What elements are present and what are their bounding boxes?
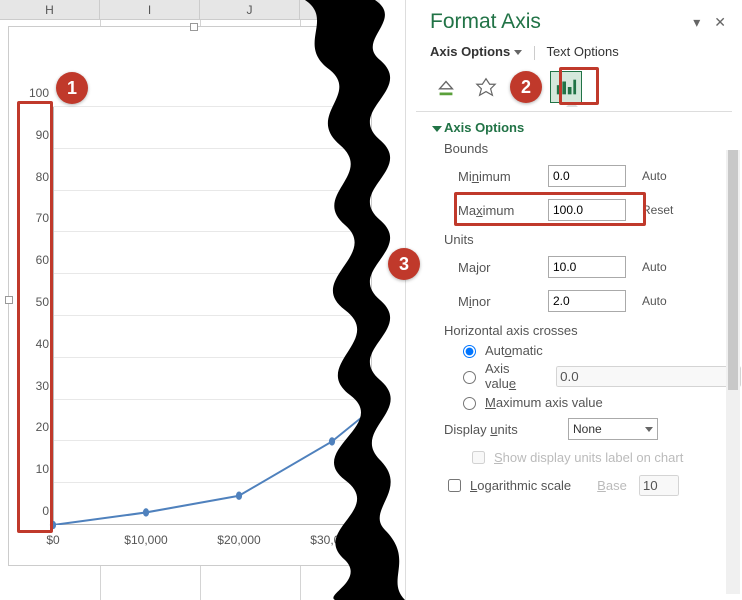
x-tick: $20,000 xyxy=(217,533,260,547)
y-tick: 0 xyxy=(19,504,49,518)
display-units-row: Display units None xyxy=(444,413,724,445)
col-header[interactable]: I xyxy=(100,0,200,19)
y-tick: 50 xyxy=(19,295,49,309)
y-tick: 30 xyxy=(19,379,49,393)
chevron-down-icon xyxy=(514,50,522,55)
y-tick: 90 xyxy=(19,128,49,142)
y-tick: 100 xyxy=(19,86,49,100)
min-auto[interactable]: Auto xyxy=(642,169,667,183)
torn-divider xyxy=(265,0,405,600)
panel-scrollbar[interactable] xyxy=(726,150,740,594)
major-input[interactable] xyxy=(548,256,626,278)
tab-axis-options[interactable]: Axis Options xyxy=(430,44,522,61)
panel-options-icon[interactable]: ▾ xyxy=(693,14,700,31)
show-units-checkbox xyxy=(472,451,485,464)
min-label: Minimum xyxy=(458,169,548,184)
crosses-value-input xyxy=(556,366,741,387)
callout-3: 3 xyxy=(388,248,420,280)
close-icon[interactable]: ✕ xyxy=(714,14,726,31)
y-tick: 10 xyxy=(19,462,49,476)
max-label: Maximum xyxy=(458,203,548,218)
log-base-input xyxy=(639,475,679,496)
format-axis-panel: Format Axis ▾ ✕ Axis Options Text Option… xyxy=(405,0,742,600)
units-minor-row: Minor Auto xyxy=(458,285,724,317)
y-tick: 20 xyxy=(19,420,49,434)
max-input[interactable] xyxy=(548,199,626,221)
y-tick: 70 xyxy=(19,211,49,225)
units-heading: Units xyxy=(444,232,724,247)
fill-line-icon[interactable] xyxy=(430,71,462,103)
tab-text-options[interactable]: Text Options xyxy=(546,44,618,61)
col-header[interactable]: H xyxy=(0,0,100,19)
minor-label: Minor xyxy=(458,294,548,309)
min-input[interactable] xyxy=(548,165,626,187)
scrollbar-thumb[interactable] xyxy=(728,150,738,390)
bounds-min-row: Minimum Auto xyxy=(458,160,724,192)
major-auto[interactable]: Auto xyxy=(642,260,667,274)
callout-2: 2 xyxy=(510,71,542,103)
y-tick: 40 xyxy=(19,337,49,351)
crosses-value[interactable]: Axis value xyxy=(458,361,724,391)
y-tick: 60 xyxy=(19,253,49,267)
display-units-label: Display units xyxy=(444,422,564,437)
callout-1: 1 xyxy=(56,72,88,104)
panel-title: Format Axis xyxy=(430,10,679,34)
minor-input[interactable] xyxy=(548,290,626,312)
bounds-max-row: Maximum Reset xyxy=(458,194,724,226)
max-reset[interactable]: Reset xyxy=(642,203,673,217)
radio-value[interactable] xyxy=(463,371,476,384)
y-tick: 80 xyxy=(19,170,49,184)
bounds-heading: Bounds xyxy=(444,141,724,156)
display-units-select[interactable]: None xyxy=(568,418,658,440)
radio-auto[interactable] xyxy=(463,345,476,358)
crosses-heading: Horizontal axis crosses xyxy=(444,323,724,338)
crosses-auto[interactable]: Automatic xyxy=(458,342,724,358)
category-icons: 2 xyxy=(406,61,742,107)
section-axis-options[interactable]: Axis Options xyxy=(434,120,724,135)
effects-icon[interactable] xyxy=(470,71,502,103)
x-tick: $10,000 xyxy=(124,533,167,547)
units-major-row: Major Auto xyxy=(458,251,724,283)
log-scale-row[interactable]: Logarithmic scale Base xyxy=(444,475,724,496)
show-units-label-row: Show display units label on chart xyxy=(468,448,724,467)
minor-auto[interactable]: Auto xyxy=(642,294,667,308)
x-tick: $0 xyxy=(46,533,59,547)
crosses-max[interactable]: Maximum axis value xyxy=(458,394,724,410)
log-scale-checkbox[interactable] xyxy=(448,479,461,492)
chevron-down-icon xyxy=(645,427,653,432)
major-label: Major xyxy=(458,260,548,275)
radio-max[interactable] xyxy=(463,397,476,410)
axis-options-icon[interactable] xyxy=(550,71,582,103)
